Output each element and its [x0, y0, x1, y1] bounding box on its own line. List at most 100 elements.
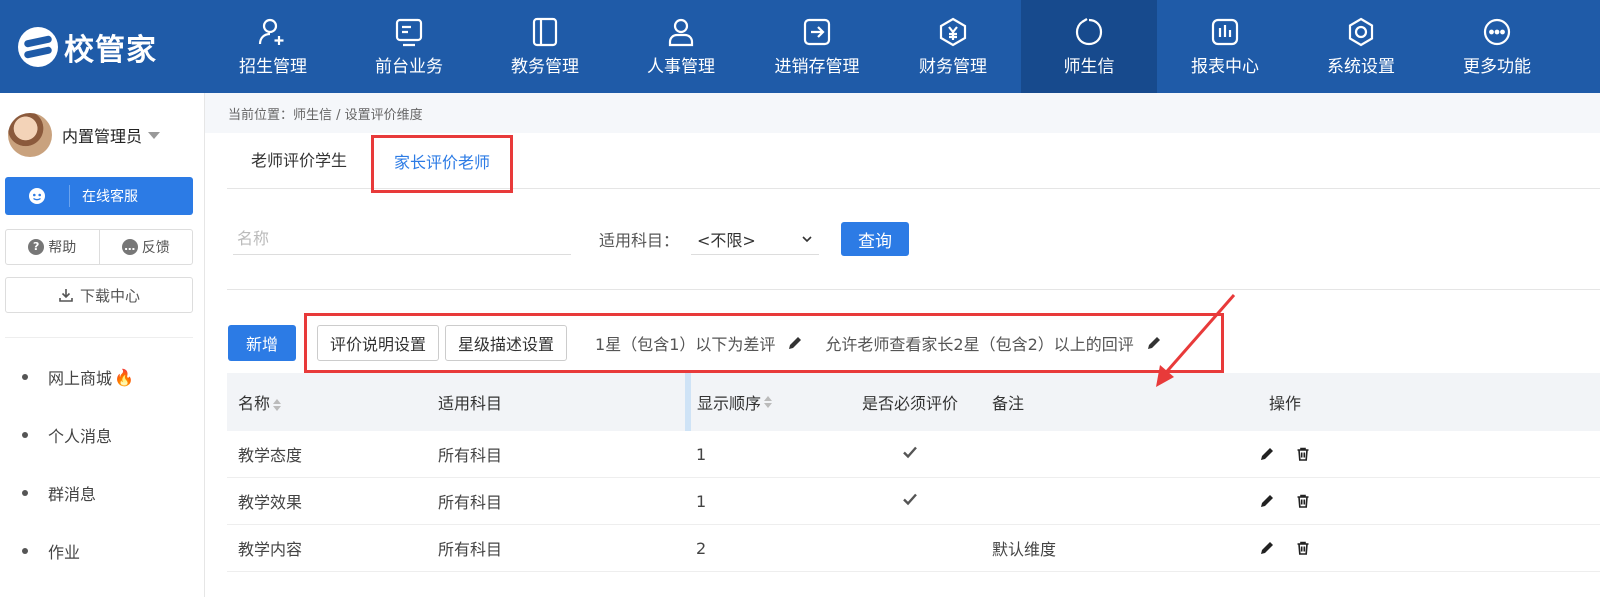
tab-parent-evaluates-teacher[interactable]: 家长评价老师 — [371, 135, 514, 193]
add-button[interactable]: 新增 — [228, 325, 296, 361]
table-row: 教学效果 所有科目 1 — [227, 478, 1600, 525]
download-center-button[interactable]: 下载中心 — [5, 277, 193, 313]
more-icon — [1483, 18, 1511, 46]
cell-required — [840, 443, 980, 465]
column-header-note: 备注 — [992, 394, 1025, 413]
subject-select[interactable]: <不限> — [691, 223, 820, 255]
table-row: 教学态度 所有科目 1 — [227, 431, 1600, 478]
column-header-actions: 操作 — [1268, 394, 1301, 413]
dimension-table: 名称 适用科目 显示顺序 是否必须评价 备注 操作 教学态度 所有科目 1 教学… — [227, 373, 1600, 572]
nav-item-settings[interactable]: 系统设置 — [1293, 0, 1429, 93]
sidebar: 内置管理员 在线客服 ? 帮助 … 反馈 下载中心 网上商城 🔥 个人消息 群消… — [0, 93, 205, 597]
section-divider — [227, 289, 1600, 290]
bad-review-rule: 1星（包含1）以下为差评 — [595, 331, 803, 355]
teacher-view-rule-text: 允许老师查看家长2星（包含2）以上的回评 — [825, 335, 1134, 354]
query-button[interactable]: 查询 — [841, 222, 910, 256]
feedback-button[interactable]: … 反馈 — [100, 230, 193, 264]
nav-label: 前台业务 — [375, 57, 443, 77]
edit-icon[interactable] — [1259, 446, 1275, 462]
cell-subject: 所有科目 — [438, 493, 503, 512]
edit-icon[interactable] — [1259, 493, 1275, 509]
main-content: 当前位置：师生信 / 设置评价维度 老师评价学生 家长评价老师 适用科目： <不… — [205, 93, 1600, 597]
nav-label: 招生管理 — [239, 57, 307, 77]
nav-label: 师生信 — [1063, 57, 1115, 77]
nav-item-enrollment[interactable]: 招生管理 — [205, 0, 341, 93]
feedback-icon: … — [121, 239, 138, 255]
star-description-settings-button[interactable]: 星级描述设置 — [445, 325, 568, 361]
nav-label: 人事管理 — [647, 57, 715, 77]
person-icon — [668, 18, 694, 47]
settings-icon — [1348, 17, 1374, 47]
tab-teacher-evaluates-student[interactable]: 老师评价学生 — [227, 133, 371, 189]
cell-order: 1 — [696, 444, 707, 464]
cell-name: 教学态度 — [238, 446, 303, 465]
report-icon — [1211, 18, 1239, 46]
evaluation-description-settings-button[interactable]: 评价说明设置 — [317, 325, 440, 361]
nav-item-front-desk[interactable]: 前台业务 — [341, 0, 477, 93]
table-row: 教学内容 所有科目 2 默认维度 — [227, 525, 1600, 572]
chevron-down-icon — [802, 235, 812, 242]
check-icon — [903, 446, 917, 459]
online-service-label: 在线客服 — [82, 189, 138, 205]
sidebar-item-personal-messages[interactable]: 个人消息 — [0, 406, 204, 464]
user-name: 内置管理员 — [62, 127, 143, 146]
edit-icon[interactable] — [787, 335, 803, 351]
nav-label: 更多功能 — [1463, 57, 1531, 77]
cell-actions — [1225, 493, 1345, 509]
sidebar-item-group-messages[interactable]: 群消息 — [0, 464, 204, 522]
online-service-button[interactable]: 在线客服 — [5, 177, 193, 215]
nav-item-finance[interactable]: 财务管理 — [885, 0, 1021, 93]
column-header-subject: 适用科目 — [438, 394, 503, 413]
column-header-order[interactable]: 显示顺序 — [685, 373, 840, 431]
sidebar-item-homework[interactable]: 作业 — [0, 522, 204, 580]
breadcrumb: 当前位置：师生信 / 设置评价维度 — [205, 93, 1600, 133]
nav-label: 报表中心 — [1191, 57, 1259, 77]
help-button[interactable]: ? 帮助 — [6, 230, 100, 264]
action-bar: 新增 评价说明设置 星级描述设置 1星（包含1）以下为差评 允许老师查看家长2星… — [228, 313, 1224, 373]
column-header-required: 是否必须评价 — [861, 394, 958, 413]
nav-label: 教务管理 — [511, 57, 579, 77]
nav-item-more[interactable]: 更多功能 — [1429, 0, 1565, 93]
nav-label: 财务管理 — [919, 57, 987, 77]
nav-item-reports[interactable]: 报表中心 — [1157, 0, 1293, 93]
sidebar-menu: 网上商城 🔥 个人消息 群消息 作业 — [0, 348, 204, 580]
cell-actions — [1225, 540, 1345, 556]
nav-item-academic[interactable]: 教务管理 — [477, 0, 613, 93]
name-search-input[interactable] — [233, 223, 571, 255]
cell-order: 2 — [696, 538, 707, 558]
inventory-icon — [803, 18, 831, 46]
subject-filter-label: 适用科目： — [599, 231, 680, 250]
sidebar-item-online-mall[interactable]: 网上商城 🔥 — [0, 348, 204, 406]
sidebar-divider — [5, 337, 193, 338]
nav-item-hr[interactable]: 人事管理 — [613, 0, 749, 93]
tab-bar: 老师评价学生 家长评价老师 — [227, 133, 1600, 193]
avatar — [8, 113, 52, 157]
sidebar-item-label: 作业 — [48, 543, 81, 562]
cell-subject: 所有科目 — [438, 540, 503, 559]
chevron-down-icon — [148, 131, 161, 139]
sort-icon — [764, 396, 773, 408]
trash-icon[interactable] — [1295, 446, 1311, 462]
column-header-name[interactable]: 名称 — [227, 390, 427, 414]
top-navigation-bar: 校管家 招生管理 前台业务 教务管理 人事管理 进销存管理 财务管理 师生信 报… — [0, 0, 1600, 93]
nav-item-inventory[interactable]: 进销存管理 — [749, 0, 885, 93]
logo[interactable]: 校管家 — [0, 0, 205, 93]
add-user-icon — [258, 18, 284, 45]
edit-icon[interactable] — [1259, 540, 1275, 556]
finance-icon — [939, 17, 967, 47]
sidebar-item-label: 网上商城 — [48, 369, 113, 388]
nav-item-messaging[interactable]: 师生信 — [1021, 0, 1157, 93]
book-icon — [532, 17, 558, 47]
user-menu[interactable]: 内置管理员 — [0, 93, 204, 177]
cell-required — [840, 490, 980, 512]
question-icon: ? — [28, 239, 45, 255]
evaluation-settings-group: 评价说明设置 星级描述设置 1星（包含1）以下为差评 允许老师查看家长2星（包含… — [304, 313, 1224, 373]
nav-label: 进销存管理 — [774, 57, 860, 77]
bullet-icon — [22, 490, 28, 496]
bad-review-rule-text: 1星（包含1）以下为差评 — [595, 335, 776, 354]
cell-subject: 所有科目 — [438, 446, 503, 465]
trash-icon[interactable] — [1295, 540, 1311, 556]
subject-select-value: <不限> — [697, 230, 756, 250]
trash-icon[interactable] — [1295, 493, 1311, 509]
logo-text: 校管家 — [64, 32, 157, 68]
